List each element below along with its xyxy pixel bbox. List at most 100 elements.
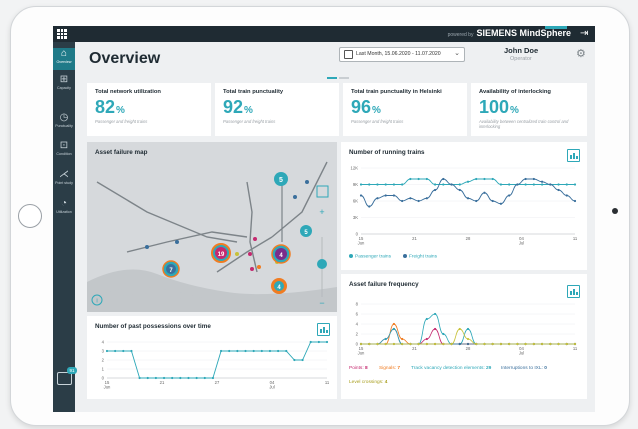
data-point — [442, 177, 445, 181]
data-point — [450, 183, 453, 186]
pager-dot-active[interactable] — [327, 77, 337, 79]
data-point — [466, 337, 470, 341]
data-point — [154, 376, 157, 380]
data-point — [573, 183, 577, 186]
data-point — [433, 327, 437, 331]
data-point — [557, 188, 560, 192]
station-dot — [145, 245, 149, 249]
data-point — [540, 183, 544, 186]
y-tick-label: 4 — [356, 322, 359, 327]
y-tick-label: 3K — [353, 215, 358, 220]
user-name[interactable]: John Doe — [504, 46, 538, 55]
legend-points[interactable]: Points: 8 — [349, 366, 368, 371]
failure-marker[interactable]: 4 — [271, 278, 287, 294]
failure-marker[interactable]: 7 — [162, 260, 180, 278]
series-line — [361, 328, 575, 345]
data-point — [376, 342, 379, 346]
fullscreen-icon[interactable] — [316, 185, 329, 198]
legend-freight[interactable]: Freight trains — [403, 254, 437, 259]
data-point — [301, 358, 304, 362]
data-point — [483, 342, 486, 346]
legend-level-crossings[interactable]: Level crossings: 4 — [349, 380, 387, 385]
data-point — [285, 349, 288, 353]
data-point — [491, 342, 494, 346]
asset-failure-frequency-chart: 8642015Jun21 28 04Jul11 — [356, 302, 578, 356]
data-point — [105, 349, 109, 353]
sidebar-item-utilization[interactable]: ◔ Utilization — [53, 198, 75, 215]
zoom-slider-handle[interactable] — [317, 259, 327, 269]
gear-icon[interactable]: ⚙ — [576, 47, 586, 60]
kpi-card: Total network utilization 82% Passenger … — [87, 83, 211, 136]
x-tick-sublabel: Jun — [358, 351, 365, 356]
asset-failure-map[interactable]: 5 19 4 7 4 5 + − i — [87, 142, 337, 312]
y-tick-label: 8 — [356, 302, 359, 307]
data-point — [524, 342, 527, 346]
data-point — [409, 177, 412, 181]
data-point — [565, 194, 568, 197]
point-study-icon: ⋌ — [59, 169, 69, 180]
sidebar-item-punctuality[interactable]: ◷ Punctuality — [53, 112, 75, 129]
data-point — [425, 177, 428, 181]
failure-marker[interactable]: 4 — [271, 244, 291, 264]
data-point — [417, 342, 420, 346]
legend-track-vacancy[interactable]: Track vacancy detection elements: 29 — [411, 366, 491, 371]
kpi-value: 92% — [223, 97, 253, 117]
kpi-value: 96% — [351, 97, 381, 117]
kpi-label: Availability of interlocking — [479, 89, 551, 95]
camera-dot — [612, 208, 618, 214]
failure-marker[interactable]: 5 — [300, 225, 312, 237]
logout-icon[interactable]: ⇥ — [580, 28, 590, 39]
data-point — [146, 376, 149, 380]
data-point — [317, 340, 320, 344]
legend-signals[interactable]: Signals: 7 — [379, 366, 400, 371]
data-point — [573, 342, 577, 346]
station-dot — [248, 252, 252, 256]
date-range-picker[interactable]: Last Month, 15.06.2020 - 11.07.2020 ⌄ — [339, 47, 465, 62]
date-range-value: Last Month, 15.06.2020 - 11.07.2020 — [356, 51, 441, 57]
data-point — [442, 342, 445, 346]
x-tick-label: 28 — [466, 346, 471, 351]
legend-interruptions[interactable]: Interruptions to IXL: 0 — [501, 366, 547, 371]
data-point — [499, 342, 503, 346]
sidebar-item-capacity[interactable]: ⊞ Capacity — [53, 74, 75, 91]
data-point — [532, 183, 535, 186]
x-tick-sublabel: Jul — [269, 385, 274, 390]
data-point — [466, 327, 470, 331]
kpi-label: Total train punctuality in Helsinki — [351, 89, 442, 95]
station-dot — [293, 195, 297, 199]
data-point — [540, 342, 544, 346]
sidebar-item-point-study[interactable]: ⋌ Point study — [53, 169, 75, 186]
kpi-card: Total train punctuality 92% Passenger an… — [215, 83, 339, 136]
condition-icon: ⊡ — [59, 140, 69, 151]
rail-line — [246, 181, 258, 273]
sidebar-item-condition[interactable]: ⊡ Condition — [53, 140, 75, 157]
app-launcher-icon[interactable] — [57, 29, 67, 39]
data-point — [516, 183, 519, 186]
zoom-out-icon[interactable]: − — [319, 298, 324, 308]
data-point — [475, 199, 478, 203]
data-point — [368, 183, 371, 186]
zoom-in-icon[interactable]: + — [319, 207, 324, 217]
running-trains-card: Number of running trains 12K 9K 6K 3K 0 15 Jun… — [341, 142, 587, 270]
data-point — [549, 183, 552, 186]
data-point — [557, 342, 560, 346]
asset-failure-map-card: Asset failure map 5 19 4 7 4 5 + − i — [87, 142, 337, 312]
data-point — [401, 199, 404, 203]
sidebar-item-overview[interactable]: ⌂ Overview — [53, 48, 75, 70]
data-point — [211, 376, 215, 380]
data-point — [171, 376, 174, 380]
legend-passenger[interactable]: Passenger trains — [349, 254, 391, 259]
capacity-icon: ⊞ — [59, 74, 69, 85]
failure-marker[interactable]: 5 — [274, 172, 288, 186]
y-tick-label: 12K — [351, 166, 359, 171]
data-point — [417, 199, 420, 203]
pager-dot[interactable] — [339, 77, 349, 79]
station-dot — [235, 252, 239, 256]
x-tick-sublabel: Jun — [358, 241, 365, 246]
failure-marker[interactable]: 19 — [211, 243, 231, 263]
data-point — [532, 177, 535, 181]
data-point — [359, 194, 363, 197]
x-tick-sublabel: Jun — [104, 385, 111, 390]
chevron-down-icon: ⌄ — [454, 50, 460, 57]
data-point — [475, 342, 478, 346]
